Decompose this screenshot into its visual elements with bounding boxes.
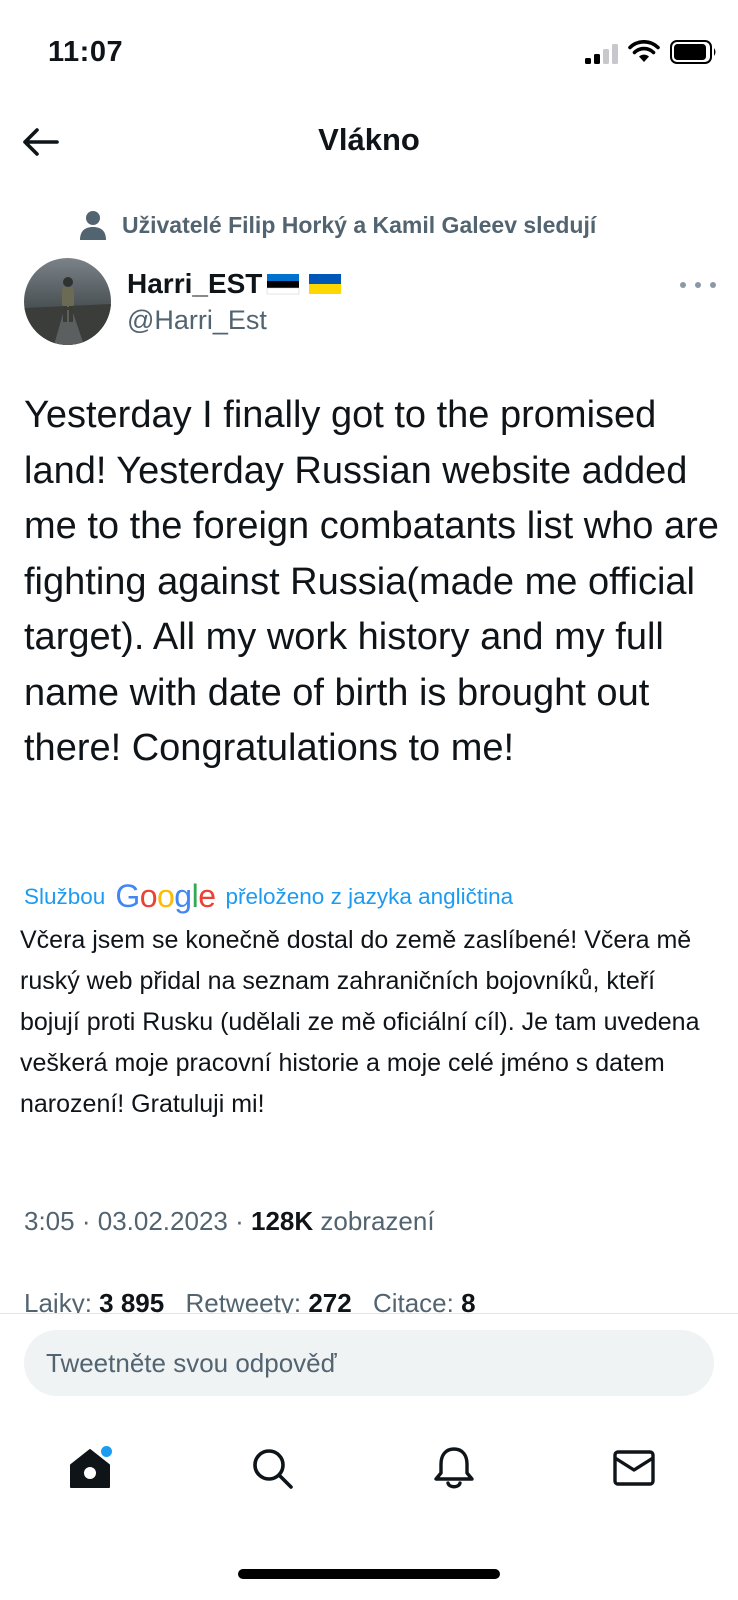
tweet-time: 3:05 — [24, 1206, 75, 1236]
thread-header: Vlákno — [0, 100, 738, 184]
battery-icon — [670, 40, 716, 64]
home-indicator[interactable] — [238, 1569, 500, 1579]
messages-icon — [613, 1450, 655, 1486]
quotes-label: Citace: — [372, 1288, 454, 1314]
translated-text: Včera jsem se konečně dostal do země zas… — [20, 926, 700, 1118]
tweet-meta: 3:05 · 03.02.2023 · 128K zobrazení — [24, 1206, 435, 1237]
person-icon — [80, 211, 106, 240]
tweet-text: Yesterday I finally got to the promised … — [24, 394, 719, 769]
google-logo: Google — [115, 878, 216, 914]
dot-icon — [680, 282, 686, 288]
author-name[interactable]: Harri_EST — [127, 268, 342, 300]
ukraine-flag-icon — [309, 274, 342, 294]
reply-placeholder: Tweetněte svou odpověď — [46, 1347, 337, 1378]
views-label: zobrazení — [320, 1206, 435, 1236]
separator: · — [235, 1206, 251, 1236]
likes-stat[interactable]: Lajky: 3 895 — [24, 1288, 164, 1314]
author-handle[interactable]: @Harri_Est — [127, 305, 267, 336]
avatar[interactable] — [24, 258, 111, 345]
translation-attribution[interactable]: Službou Google přeloženo z jazyka anglič… — [24, 878, 513, 915]
separator: · — [81, 1206, 98, 1236]
page-title: Vlákno — [318, 122, 420, 157]
social-context[interactable]: Uživatelé Filip Horký a Kamil Galeev sle… — [76, 205, 596, 245]
quotes-value: 8 — [461, 1288, 476, 1314]
nav-home[interactable] — [62, 1440, 118, 1496]
nav-search[interactable] — [244, 1440, 300, 1496]
notifications-icon — [434, 1447, 474, 1489]
social-context-text: Uživatelé Filip Horký a Kamil Galeev sle… — [122, 211, 597, 238]
nav-notifications[interactable] — [426, 1440, 482, 1496]
search-icon — [253, 1449, 293, 1489]
nav-messages[interactable] — [606, 1440, 662, 1496]
author-name-text: Harri_EST — [127, 268, 263, 299]
cellular-signal-icon — [585, 44, 618, 64]
likes-label: Lajky: — [24, 1288, 92, 1314]
bottom-navigation — [0, 1420, 738, 1520]
translated-prefix: Službou — [24, 883, 106, 909]
translated-suffix: přeloženo z jazyka angličtina — [225, 883, 514, 909]
tweet-date: 03.02.2023 — [97, 1206, 228, 1236]
divider — [0, 1313, 738, 1314]
dot-icon — [710, 282, 716, 288]
retweets-value: 272 — [308, 1288, 352, 1314]
dot-icon — [695, 282, 701, 288]
more-options-button[interactable] — [680, 275, 716, 295]
status-bar: 11:07 — [0, 0, 738, 100]
likes-value: 3 895 — [99, 1288, 165, 1314]
retweets-stat[interactable]: Retweety: 272 — [185, 1288, 351, 1314]
status-time: 11:07 — [48, 36, 124, 68]
new-content-dot — [101, 1446, 112, 1457]
avatar-image — [24, 258, 111, 345]
wifi-icon — [628, 40, 660, 62]
views-count: 128K — [251, 1206, 314, 1236]
estonia-flag-icon — [267, 274, 300, 295]
quotes-stat[interactable]: Citace: 8 — [373, 1288, 476, 1314]
retweets-label: Retweety: — [185, 1288, 302, 1314]
reply-input[interactable]: Tweetněte svou odpověď — [24, 1330, 714, 1396]
tweet-stats: Lajky: 3 895 Retweety: 272 Citace: 8 — [24, 1288, 490, 1314]
